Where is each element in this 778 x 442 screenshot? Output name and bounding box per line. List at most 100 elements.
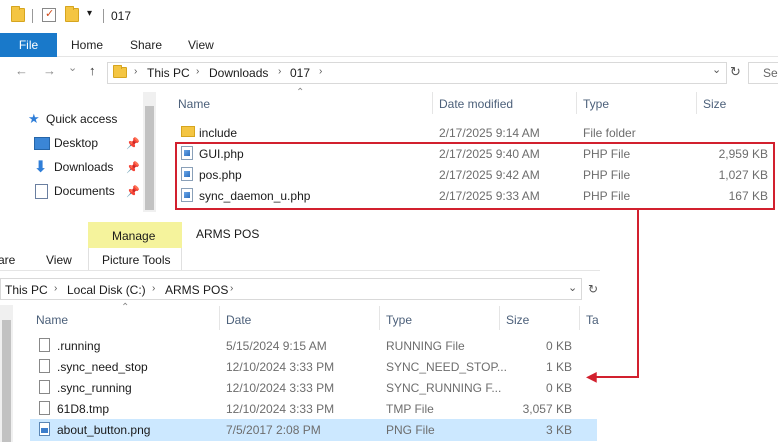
chevron-right-icon: › xyxy=(134,66,138,77)
tab-manage[interactable]: Manage xyxy=(112,229,155,243)
up-button[interactable]: ↑ xyxy=(89,63,96,78)
file-date: 12/10/2024 3:33 PM xyxy=(226,360,335,374)
column-header-type[interactable]: Type xyxy=(386,313,412,327)
folder-icon xyxy=(113,65,127,78)
pin-icon: 📌 xyxy=(126,138,140,150)
file-size: 3,057 KB xyxy=(522,402,572,416)
file-name[interactable]: .sync_need_stop xyxy=(57,360,148,374)
search-placeholder: Sea xyxy=(763,66,778,80)
ribbon-divider xyxy=(0,270,600,271)
breadcrumb-this-pc[interactable]: This PC xyxy=(5,283,48,297)
pin-icon: 📌 xyxy=(126,162,140,174)
breadcrumb-arms-pos[interactable]: ARMS POS xyxy=(165,283,228,297)
column-header-date[interactable]: Date xyxy=(226,313,251,327)
png-file-icon xyxy=(39,422,50,436)
file-name[interactable]: include xyxy=(199,126,237,140)
file-type: File folder xyxy=(583,126,636,140)
file-icon xyxy=(39,359,50,373)
file-type: PNG File xyxy=(386,423,435,437)
column-header-size[interactable]: Size xyxy=(703,97,726,111)
column-header-tags[interactable]: Ta xyxy=(586,313,599,327)
sidebar-item-documents[interactable]: Documents xyxy=(54,184,115,198)
refresh-icon[interactable]: ↻ xyxy=(588,282,598,296)
file-icon xyxy=(39,380,50,394)
file-size: 0 KB xyxy=(545,381,572,395)
sidebar-item-quick-access[interactable]: Quick access xyxy=(46,112,117,126)
tab-file[interactable]: File xyxy=(0,33,57,57)
chevron-right-icon: › xyxy=(54,283,58,294)
tab-home[interactable]: Home xyxy=(71,38,103,52)
star-icon: ★ xyxy=(28,111,40,126)
column-divider[interactable] xyxy=(432,92,433,114)
column-header-name[interactable]: Name xyxy=(178,97,210,111)
file-date: 12/10/2024 3:33 PM xyxy=(226,402,335,416)
column-divider[interactable] xyxy=(379,306,380,330)
address-dropdown-button[interactable]: ⌄ xyxy=(568,281,577,294)
picture-tools-label: Picture Tools xyxy=(102,253,171,267)
file-name[interactable]: .sync_running xyxy=(57,381,132,395)
quick-access-dropdown-icon[interactable]: ▾ xyxy=(87,8,92,19)
recent-locations-button[interactable]: ⌄ xyxy=(68,61,77,74)
annotation-arrow-line xyxy=(637,210,639,378)
column-header-date-modified[interactable]: Date modified xyxy=(439,97,513,111)
file-size: 0 KB xyxy=(545,339,572,353)
properties-icon[interactable] xyxy=(42,7,56,22)
chevron-right-icon: › xyxy=(230,283,234,294)
search-input[interactable]: Sea xyxy=(748,62,778,84)
file-type: RUNNING File xyxy=(386,339,465,353)
file-name[interactable]: about_button.png xyxy=(57,423,150,437)
column-divider[interactable] xyxy=(576,92,577,114)
breadcrumb-this-pc[interactable]: This PC xyxy=(147,66,190,80)
window1-ribbon xyxy=(0,32,778,57)
file-type: SYNC_NEED_STOP... xyxy=(386,360,507,374)
sidebar-scrollbar-thumb[interactable] xyxy=(145,106,154,210)
folder-icon xyxy=(11,6,25,22)
arrow-head-icon: ◀ xyxy=(586,368,597,384)
highlight-box xyxy=(175,142,775,210)
column-divider[interactable] xyxy=(219,306,220,330)
breadcrumb-017[interactable]: 017 xyxy=(290,66,310,80)
tab-share[interactable]: Share xyxy=(130,38,162,52)
sidebar-item-downloads[interactable]: Downloads xyxy=(54,160,113,174)
toolbar-divider xyxy=(32,9,33,23)
sort-ascending-icon: ⌃ xyxy=(121,302,130,313)
address-dropdown-button[interactable]: ⌄ xyxy=(712,63,721,76)
refresh-button[interactable]: ↻ xyxy=(730,64,741,80)
tab-view[interactable]: View xyxy=(188,38,214,52)
file-icon xyxy=(39,401,50,415)
address-bar[interactable] xyxy=(107,62,727,84)
file-date: 2/17/2025 9:14 AM xyxy=(439,126,540,140)
breadcrumb-local-disk[interactable]: Local Disk (C:) xyxy=(67,283,146,297)
sidebar-scrollbar-thumb[interactable] xyxy=(2,320,11,442)
chevron-right-icon: › xyxy=(152,283,156,294)
back-button[interactable]: ← xyxy=(15,63,28,78)
column-divider[interactable] xyxy=(696,92,697,114)
tab-view[interactable]: View xyxy=(46,253,72,267)
tab-share[interactable]: are xyxy=(0,253,15,267)
title-divider xyxy=(103,9,104,23)
file-date: 5/15/2024 9:15 AM xyxy=(226,339,327,353)
chevron-right-icon: › xyxy=(196,66,200,77)
column-header-size[interactable]: Size xyxy=(506,313,529,327)
documents-icon xyxy=(35,184,48,199)
desktop-icon xyxy=(34,137,50,150)
annotation-arrow-line xyxy=(593,376,639,378)
column-divider[interactable] xyxy=(579,306,580,330)
chevron-right-icon: › xyxy=(319,66,323,77)
sidebar-item-desktop[interactable]: Desktop xyxy=(54,136,98,150)
new-folder-icon[interactable] xyxy=(65,6,79,22)
file-type: TMP File xyxy=(386,402,434,416)
file-date: 7/5/2017 2:08 PM xyxy=(226,423,321,437)
file-size: 3 KB xyxy=(545,423,572,437)
breadcrumb-downloads[interactable]: Downloads xyxy=(209,66,268,80)
window2-title: ARMS POS xyxy=(196,227,260,241)
sort-ascending-icon: ⌃ xyxy=(296,87,305,98)
column-divider[interactable] xyxy=(499,306,500,330)
forward-button[interactable]: → xyxy=(43,63,56,78)
file-name[interactable]: 61D8.tmp xyxy=(57,402,109,416)
column-header-type[interactable]: Type xyxy=(583,97,609,111)
file-name[interactable]: .running xyxy=(57,339,100,353)
download-icon: ⬇ xyxy=(34,159,48,176)
folder-icon xyxy=(181,126,195,137)
column-header-name[interactable]: Name xyxy=(36,313,68,327)
